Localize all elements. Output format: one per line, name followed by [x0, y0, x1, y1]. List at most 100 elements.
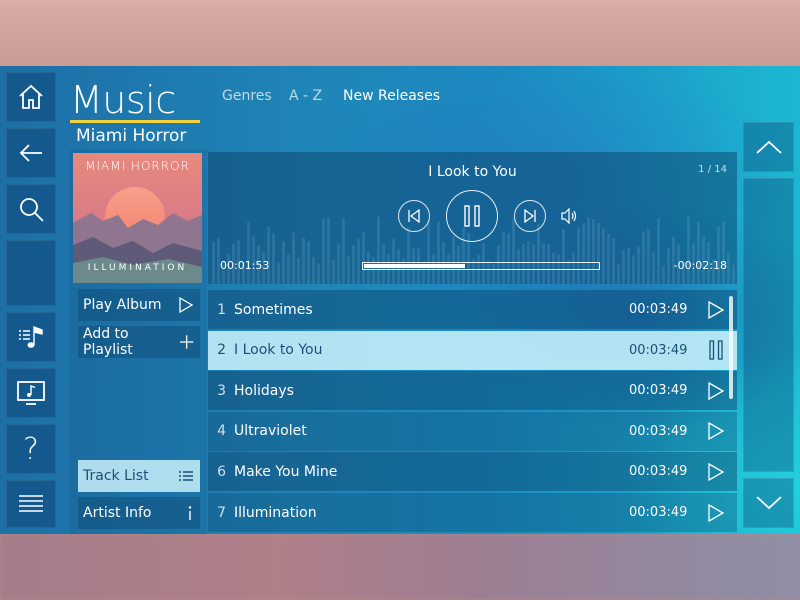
now-playing-title: I Look to You — [428, 164, 517, 180]
previous-button[interactable] — [398, 200, 430, 232]
track-title: Illumination — [234, 504, 317, 521]
track-play-button[interactable] — [701, 381, 731, 401]
waveform-bar — [512, 218, 515, 284]
waveform-bar — [427, 219, 430, 284]
waveform-bar — [667, 248, 670, 284]
track-play-button[interactable] — [701, 300, 731, 320]
playlist-icon — [19, 325, 43, 348]
back-arrow-icon — [19, 144, 42, 162]
waveform-bar — [612, 238, 615, 284]
track-duration: 00:03:49 — [629, 302, 688, 317]
track-list-button[interactable]: Track List — [78, 460, 200, 492]
waveform-bar — [642, 231, 645, 284]
list-icon — [179, 471, 193, 481]
waveform-bar — [307, 241, 310, 284]
waveform-bar — [687, 216, 690, 284]
waveform-bar — [317, 263, 320, 284]
nav-music-video-button[interactable] — [6, 368, 56, 418]
waveform-bar — [342, 218, 345, 284]
tab-genres[interactable]: Genres — [222, 88, 272, 104]
music-app-window: ? Music Genres A - Z New Releases Miami … — [0, 66, 800, 534]
right-empty-tile — [743, 178, 794, 472]
waveform-bar — [337, 243, 340, 284]
track-pause-button[interactable] — [701, 340, 731, 360]
track-number: 7 — [217, 504, 226, 521]
waveform-bar — [287, 254, 290, 284]
waveform-bar — [562, 228, 565, 284]
waveform-bar — [247, 222, 250, 284]
nav-playlist-button[interactable] — [6, 312, 56, 362]
play-icon — [708, 300, 725, 319]
waveform-bar — [352, 245, 355, 284]
info-icon — [188, 506, 192, 520]
track-row[interactable]: 3 Holidays 00:03:49 — [208, 371, 737, 411]
artist-info-button[interactable]: Artist Info — [78, 497, 200, 529]
track-list-scrollbar[interactable] — [729, 296, 733, 399]
waveform-bar — [592, 219, 595, 284]
waveform-bar — [597, 222, 600, 284]
track-play-button[interactable] — [701, 462, 731, 482]
track-play-button[interactable] — [701, 503, 731, 523]
add-to-playlist-label: Add to Playlist — [83, 326, 133, 358]
progress-bar[interactable] — [362, 262, 600, 270]
nav-search-button[interactable] — [6, 184, 56, 234]
search-icon — [20, 198, 44, 222]
track-row[interactable]: 4 Ultraviolet 00:03:49 — [208, 411, 737, 451]
waveform-bar — [212, 241, 215, 284]
remaining-time: -00:02:18 — [673, 259, 727, 272]
waveform-bar — [727, 252, 730, 284]
waveform-bar — [537, 224, 540, 284]
play-icon — [708, 503, 725, 522]
pause-button[interactable] — [446, 190, 498, 242]
scroll-up-button[interactable] — [743, 122, 794, 172]
nav-help-button[interactable]: ? — [6, 424, 56, 474]
nav-home-button[interactable] — [6, 72, 56, 122]
track-number: 6 — [217, 463, 226, 480]
music-screen-icon — [17, 381, 45, 405]
waveform-bar — [632, 255, 635, 284]
volume-button[interactable] — [560, 207, 578, 225]
waveform-bar — [722, 221, 725, 284]
waveform-bar — [697, 222, 700, 284]
tab-new-releases[interactable]: New Releases — [343, 88, 440, 104]
add-to-playlist-button[interactable]: Add to Playlist — [78, 326, 200, 358]
track-number: 2 — [217, 342, 226, 359]
waveform-bar — [327, 217, 330, 284]
background-blur — [0, 534, 800, 600]
waveform-bar — [362, 232, 365, 284]
nav-back-button[interactable] — [6, 128, 56, 178]
track-number: 1 — [217, 301, 226, 318]
skip-back-icon — [408, 209, 420, 223]
play-album-button[interactable]: Play Album — [78, 289, 200, 321]
waveform-bar — [452, 235, 455, 284]
track-duration: 00:03:49 — [629, 383, 688, 399]
tab-a-z[interactable]: A - Z — [289, 88, 322, 104]
track-row[interactable]: 1 Sometimes 00:03:49 — [208, 290, 737, 329]
waveform-bar — [637, 246, 640, 284]
waveform-bar — [357, 238, 360, 284]
waveform-bar — [582, 223, 585, 284]
volume-icon — [561, 207, 577, 225]
waveform-bar — [347, 256, 350, 284]
track-row[interactable]: 7 Illumination 00:03:49 — [208, 493, 737, 532]
waveform-bar — [607, 233, 610, 284]
waveform-bar — [732, 264, 735, 284]
artist-info-label: Artist Info — [83, 505, 152, 521]
nav-menu-button[interactable] — [6, 480, 56, 528]
scroll-down-button[interactable] — [743, 478, 794, 528]
waveform-bar — [377, 216, 380, 284]
track-duration: 00:03:49 — [629, 464, 688, 480]
track-title: Make You Mine — [234, 463, 338, 480]
track-play-button[interactable] — [701, 421, 731, 441]
track-row[interactable]: 6 Make You Mine 00:03:49 — [208, 452, 737, 492]
next-button[interactable] — [514, 200, 546, 232]
chevron-down-icon — [755, 496, 782, 510]
progress-fill — [364, 264, 465, 268]
waveform-bar — [602, 228, 605, 284]
waveform-bar — [297, 258, 300, 284]
track-duration: 00:03:49 — [629, 423, 688, 439]
track-title: Holidays — [234, 382, 294, 399]
track-row[interactable]: 2 I Look to You 00:03:49 — [208, 330, 737, 370]
waveform-bar — [617, 264, 620, 284]
waveform-bar — [717, 226, 720, 284]
